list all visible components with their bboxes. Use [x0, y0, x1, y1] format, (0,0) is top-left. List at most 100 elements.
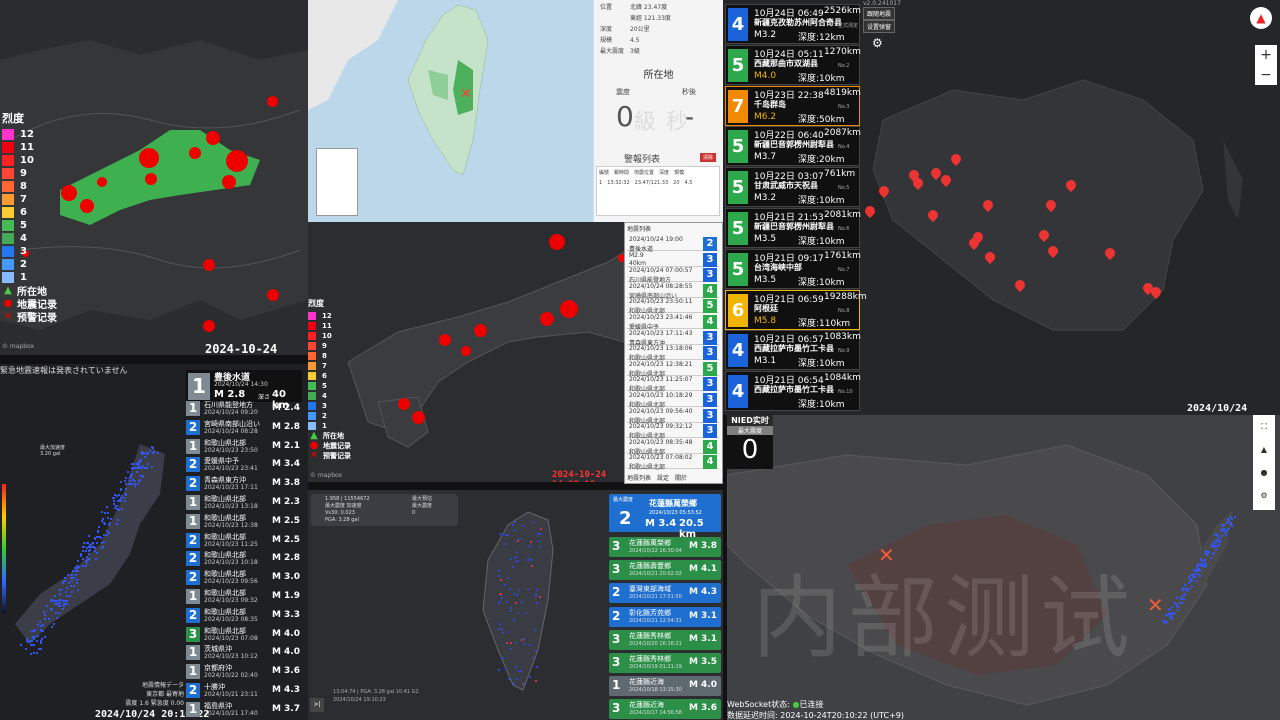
taiwan-eew-panel[interactable]: ✕ 位置 北緯 23.47度 東經 121.33度 深度 20公里 規模 4.5 最大震度 3級… — [308, 0, 723, 222]
list-item[interactable]: 2 和歌山県北部 2024/10/23 11:25 M 2.5 — [186, 532, 302, 549]
list-item[interactable]: 2 宮崎県南部山沿い 2024/10/24 08:28 M 2.8 — [186, 419, 302, 436]
quake-dot[interactable] — [439, 334, 451, 346]
china-event-item[interactable]: 5 10月22日 03:07 761km 甘肃武威市天祝县 M3.2 深度:10km No.… — [725, 167, 860, 208]
list-item[interactable]: 2024/10/23 08:35:48 和歌山県北部 4 — [627, 439, 719, 456]
list-item[interactable]: 2024/10/23 09:56:40 和歌山県北部 3 — [627, 408, 719, 425]
epicenter-marker[interactable]: ✕ — [460, 86, 472, 102]
quake-dot[interactable] — [145, 173, 157, 185]
quake-dot[interactable] — [203, 320, 215, 332]
list-item[interactable]: 1 和歌山県北部 2024/10/23 09:32 M 1.9 — [186, 589, 302, 605]
quake-dot[interactable] — [461, 346, 471, 356]
quake-dot[interactable] — [474, 324, 487, 337]
quake-dot[interactable] — [97, 177, 107, 187]
info-key: 位置 — [600, 4, 613, 11]
list-item[interactable]: 1 石川県能登地方 2024/10/24 09:20 M 2.4 — [186, 401, 302, 417]
list-item[interactable]: 2024/10/23 23:50:11 和歌山県北部 5 — [627, 298, 719, 315]
list-item[interactable]: 2 臺灣東部海域 2024/10/21 17:51:50 M 4.3 — [609, 583, 721, 604]
list-item[interactable]: 1 茨城県沖 2024/10/23 10:12 M 4.0 — [186, 645, 302, 661]
list-item[interactable]: M2.9 40km 3 — [627, 252, 719, 267]
mapbox-attribution[interactable]: © mapbox — [310, 472, 342, 479]
warning-marker[interactable]: ✕ — [1147, 593, 1164, 617]
quake-dot[interactable] — [80, 199, 94, 213]
follow-button[interactable]: 跟随地震 — [863, 7, 896, 20]
warning-marker[interactable]: ✕ — [878, 543, 895, 567]
list-item[interactable]: 2 十勝沖 2024/10/21 23:11 M 4.3 — [186, 683, 302, 699]
list-item[interactable]: 2024/10/24 08:28:55 宮崎県南部山沿い 4 — [627, 283, 719, 300]
footer-button[interactable]: 地震列表 — [627, 473, 651, 482]
china-event-item[interactable]: 6 10月21日 06:59 19288km 阿根廷 M5.8 深度:110km No.8 — [725, 289, 867, 330]
quake-dot[interactable] — [412, 411, 425, 424]
quake-dot[interactable] — [139, 148, 159, 168]
mapbox-attribution[interactable]: © mapbox — [2, 343, 34, 350]
list-item[interactable]: 2024/10/23 10:18:29 和歌山県北部 3 — [627, 392, 719, 409]
compass-icon[interactable]: ▲ — [1250, 7, 1272, 29]
quake-dot[interactable] — [206, 131, 220, 145]
settings-popup-button[interactable]: 设置弹窗 — [863, 20, 896, 33]
nied-realtime-panel[interactable]: 内部测试 ✕ ✕ NIED实时 最大震度 0 ⛶ ▲ ● ⚙ WebSocket状态:… — [727, 415, 1280, 720]
quake-dot[interactable] — [222, 175, 236, 189]
menu-button[interactable]: >| — [310, 698, 324, 712]
china-event-item[interactable]: 4 10月21日 06:54 1084km 西藏拉萨市墨竹工卡县 深度:10km No.1… — [725, 371, 861, 412]
list-item[interactable]: 2024/10/23 17:11:43 青森県東方沖 3 — [627, 330, 719, 347]
list-item[interactable]: 1 和歌山県北部 2024/10/23 13:18 M 2.3 — [186, 495, 302, 511]
tw-latest[interactable]: 最大震度 2 花蓮縣萬榮鄉 2024/10/23 05:53:52 M 3.4 … — [609, 494, 721, 540]
china-intensity-map-panel[interactable]: 烈度 12 11 10 9 8 7 6 5 4 3 2 1 ▲ 所在地 ● 地震记录 ✕ 预警记录 © ma… — [0, 0, 308, 355]
list-item[interactable]: 3 花蓮縣壽豐鄉 2024/10/21 20:02:02 M 4.1 — [609, 560, 721, 581]
latest-quake[interactable]: 1 豊後水道 2024/10/24 14:30 M 2.8 深さ 40 km — [186, 370, 302, 411]
quake-dot[interactable] — [267, 289, 279, 301]
china-event-item[interactable]: 4 10月24日 06:49 2526km 新疆克孜勒苏州阿合奇县 M3.2 深度:12k… — [725, 4, 861, 44]
list-item[interactable]: 2024/10/23 23:41:46 愛媛県中予 4 — [627, 314, 719, 331]
list-item[interactable]: 1 和歌山県北部 2024/10/23 23:50 M 2.1 — [186, 438, 302, 455]
zoom-out-button[interactable]: − — [1255, 65, 1277, 85]
china-event-item[interactable]: 5 10月21日 21:53 2081km 新疆巴音郭楞州尉犁县 M3.5 深度:10km… — [725, 208, 861, 248]
list-item[interactable]: 2 愛媛県中予 2024/10/23 23:41 M 3.4 — [186, 457, 302, 473]
list-item[interactable]: 1 福島県沖 2024/10/21 17:40 M 3.7 — [186, 701, 302, 718]
list-item[interactable]: 1 花蓮縣近海 2024/10/18 13:15:30 M 4.0 — [609, 676, 721, 697]
quake-dot[interactable] — [189, 147, 201, 159]
china-event-item[interactable]: 4 10月21日 06:57 1083km 西藏拉萨市墨竹工卡县 M3.1 深度:10km… — [725, 330, 861, 371]
quake-dot[interactable] — [61, 185, 77, 201]
quake-dot[interactable] — [549, 234, 565, 250]
list-item[interactable]: 2 青森県東方沖 2024/10/23 17:11 M 3.8 — [186, 476, 302, 492]
station-dot — [523, 638, 526, 641]
list-item[interactable]: 2 彰化縣芳苑鄉 2024/10/21 12:54:31 M 3.1 — [609, 606, 721, 627]
list-item[interactable]: 3 和歌山県北部 2024/10/23 07:08 M 4.0 — [186, 626, 302, 643]
footer-button[interactable]: 設定 — [657, 473, 669, 482]
list-item[interactable]: 1 京都府沖 2024/10/22 02:40 M 3.6 — [186, 664, 302, 680]
fullscreen-icon[interactable]: ⛶ — [1253, 415, 1275, 438]
list-item[interactable]: 2024/10/23 12:38:21 和歌山県北部 5 — [627, 361, 719, 378]
list-item[interactable]: 3 花蓮縣秀林鄉 2024/10/20 16:16:21 M 3.1 — [609, 629, 721, 650]
quake-dot[interactable] — [203, 259, 215, 271]
japan-intensity-map-panel[interactable]: 烈度 12 11 10 9 8 7 6 5 4 3 2 1 ▲ 所在地 ● 地震记录 ✕ 预警记录 © ma… — [308, 222, 624, 482]
list-item[interactable]: 2024/10/23 09:32:12 和歌山県北部 3 — [627, 423, 719, 440]
list-item[interactable]: 3 花蓮縣近海 2024/10/17 14:56:58 M 3.6 — [609, 699, 721, 720]
clear-button[interactable]: 清除 — [700, 153, 717, 162]
list-item[interactable]: 2024/10/23 07:08:02 和歌山県北部 4 — [627, 454, 719, 471]
list-item[interactable]: 3 花蓮縣秀林鄉 2024/10/19 01:21:19 M 3.5 — [609, 653, 721, 673]
quake-dot[interactable] — [398, 398, 410, 410]
table-row[interactable]: 1 13:32:32 23.47/121.33 20 4.5 — [597, 178, 719, 188]
list-item[interactable]: 2 和歌山県北部 2024/10/23 10:18 M 2.8 — [186, 551, 302, 567]
list-item[interactable]: 3 花蓮縣萬榮鄉 2024/10/22 16:30:04 M 3.8 — [609, 537, 721, 557]
list-item[interactable]: 1 和歌山県北部 2024/10/23 12:38 M 2.5 — [186, 513, 302, 530]
footer-button[interactable]: 關於 — [675, 473, 687, 482]
china-event-item[interactable]: 5 10月22日 06:40 2087km 新疆巴音郭楞州尉犁县 M3.7 深度:20km… — [725, 126, 861, 167]
china-event-item[interactable]: 5 10月24日 05:11 1270km 西藏那曲市双湖县 M4.0 深度:10km No… — [725, 44, 861, 85]
list-item[interactable]: 2 和歌山県北部 2024/10/23 08:35 M 3.3 — [186, 607, 302, 624]
quake-dot[interactable] — [226, 150, 248, 172]
list-item[interactable]: 2 和歌山県北部 2024/10/23 09:56 M 3.0 — [186, 570, 302, 586]
zoom-in-button[interactable]: + — [1255, 45, 1277, 65]
list-item[interactable]: 2024/10/24 19:00 豊後水道 2 — [627, 236, 719, 253]
quake-dot[interactable] — [560, 300, 578, 318]
quake-dot[interactable] — [540, 312, 554, 326]
quake-dot[interactable] — [267, 96, 278, 107]
list-item[interactable]: 2024/10/23 11:25:07 和歌山県北部 3 — [627, 376, 719, 393]
north-icon[interactable]: ▲ — [1253, 438, 1275, 461]
china-event-item[interactable]: 5 10月21日 09:17 1761km 台湾海峡中部 M3.5 深度:10km No.7 — [725, 248, 861, 289]
list-item[interactable]: 2024/10/24 07:00:57 石川県能登地方 3 — [627, 267, 719, 284]
gear-icon[interactable]: ⚙ — [872, 36, 883, 50]
info-icon[interactable]: ● — [1253, 461, 1275, 484]
china-event-item[interactable]: 7 10月23日 22:38 4819km 千岛群岛 M6.2 深度:50km No.3 — [725, 85, 861, 126]
list-item[interactable]: 2024/10/23 13:18:06 和歌山県北部 3 — [627, 345, 719, 362]
settings-icon[interactable]: ⚙ — [1253, 484, 1275, 507]
